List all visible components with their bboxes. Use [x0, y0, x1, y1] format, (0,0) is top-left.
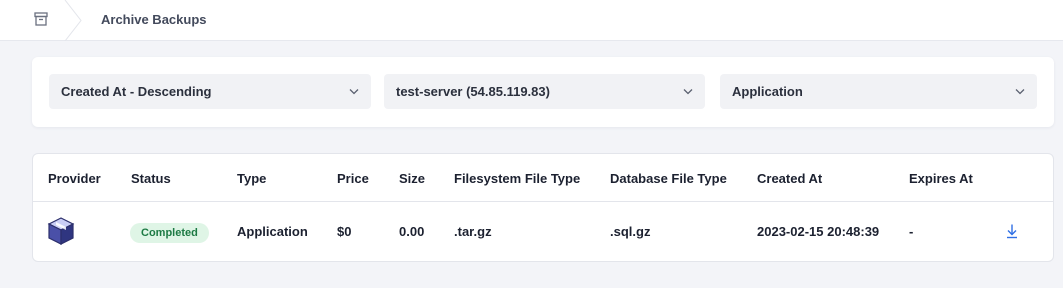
table-header: Provider Status Type Price Size Filesyst…: [33, 154, 1053, 202]
column-header-filesystem-file-type: Filesystem File Type: [454, 171, 581, 186]
archive-box-icon: [34, 12, 48, 26]
table-row: Completed Application $0 0.00 .tar.gz .s…: [33, 202, 1053, 262]
cell-filesystem-file-type: .tar.gz: [454, 224, 492, 239]
column-header-price: Price: [337, 171, 369, 186]
backup-type-select-value: Application: [732, 84, 803, 99]
cell-created-at: 2023-02-15 20:48:39: [757, 224, 880, 239]
column-header-type: Type: [237, 171, 267, 186]
column-header-expires-at: Expires At: [909, 171, 973, 186]
provider-box-icon: [47, 217, 75, 245]
backups-table: Provider Status Type Price Size Filesyst…: [32, 153, 1054, 262]
chevron-down-icon: [1015, 89, 1025, 95]
cell-price: $0: [337, 224, 352, 239]
cell-type: Application: [237, 224, 308, 239]
chevron-down-icon: [683, 89, 693, 95]
server-select[interactable]: test-server (54.85.119.83): [384, 74, 705, 109]
cell-database-file-type: .sql.gz: [610, 224, 651, 239]
column-header-created-at: Created At: [757, 171, 823, 186]
cell-size: 0.00: [399, 224, 425, 239]
column-header-status: Status: [131, 171, 171, 186]
status-badge: Completed: [130, 223, 209, 243]
chevron-down-icon: [349, 89, 359, 95]
filters-card: Created At - Descending test-server (54.…: [32, 57, 1054, 127]
download-icon[interactable]: [1005, 223, 1019, 239]
cell-expires-at: -: [909, 224, 914, 239]
column-header-provider: Provider: [48, 171, 101, 186]
backup-type-select[interactable]: Application: [720, 74, 1037, 109]
breadcrumb-title: Archive Backups: [101, 12, 207, 27]
sort-select[interactable]: Created At - Descending: [49, 74, 371, 109]
server-select-value: test-server (54.85.119.83): [396, 84, 550, 99]
column-header-database-file-type: Database File Type: [610, 171, 727, 186]
sort-select-value: Created At - Descending: [61, 84, 212, 99]
top-bar: Archive Backups: [0, 0, 1063, 41]
column-header-size: Size: [399, 171, 426, 186]
breadcrumb-separator: [64, 0, 82, 41]
